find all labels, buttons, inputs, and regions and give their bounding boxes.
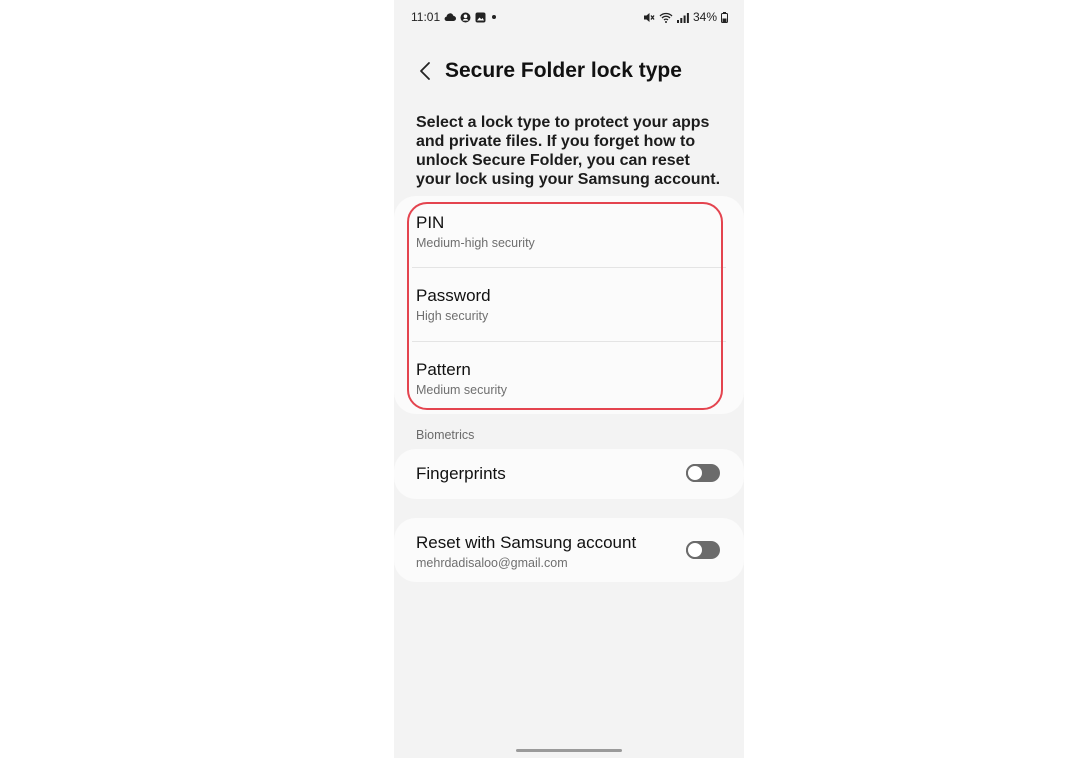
- lock-option-title: PIN: [416, 213, 445, 232]
- reset-samsung-account-row[interactable]: Reset with Samsung account mehrdadisaloo…: [394, 518, 744, 582]
- lock-option-subtitle: Medium-high security: [416, 236, 535, 250]
- chevron-left-icon: [420, 62, 430, 80]
- status-bar: 11:01 34%: [411, 9, 728, 25]
- phone-screen: 11:01 34% Secure Folder lock type Select…: [394, 0, 744, 758]
- fingerprints-toggle[interactable]: [686, 464, 720, 482]
- lock-option-pin[interactable]: PIN Medium-high security: [416, 196, 722, 269]
- gesture-navigation-bar[interactable]: [516, 749, 622, 752]
- reset-account-email: mehrdadisaloo@gmail.com: [416, 556, 568, 570]
- dot-icon: [492, 15, 497, 19]
- mute-icon: [643, 12, 655, 22]
- lock-option-title: Pattern: [416, 360, 471, 379]
- back-button[interactable]: [414, 56, 436, 86]
- fingerprints-label: Fingerprints: [416, 464, 506, 483]
- toggle-knob: [686, 464, 704, 482]
- lock-option-subtitle: High security: [416, 309, 489, 323]
- status-time: 11:01: [411, 10, 441, 24]
- wifi-icon: [659, 12, 673, 23]
- lock-option-password[interactable]: Password High security: [416, 268, 722, 341]
- account-icon: [460, 12, 471, 22]
- section-label-biometrics: Biometrics: [416, 428, 475, 442]
- lock-option-subtitle: Medium security: [416, 383, 507, 397]
- status-right: 34%: [643, 10, 728, 24]
- signal-icon: [676, 12, 689, 23]
- app-header: Secure Folder lock type: [414, 56, 682, 86]
- reset-title: Reset with Samsung account: [416, 533, 637, 552]
- lock-type-description: Select a lock type to protect your apps …: [416, 114, 721, 188]
- battery-icon: [721, 11, 728, 23]
- reset-toggle[interactable]: [686, 541, 720, 559]
- battery-percent: 34%: [692, 10, 717, 24]
- cloud-icon: [444, 13, 457, 22]
- gallery-icon: [475, 12, 486, 22]
- lock-options-card: PIN Medium-high security Password High s…: [394, 196, 744, 414]
- status-left: 11:01: [411, 10, 498, 24]
- fingerprints-row[interactable]: Fingerprints: [394, 449, 744, 499]
- toggle-knob: [686, 541, 704, 559]
- page-title: Secure Folder lock type: [445, 59, 682, 82]
- lock-option-title: Password: [416, 286, 491, 305]
- lock-option-pattern[interactable]: Pattern Medium security: [416, 342, 722, 415]
